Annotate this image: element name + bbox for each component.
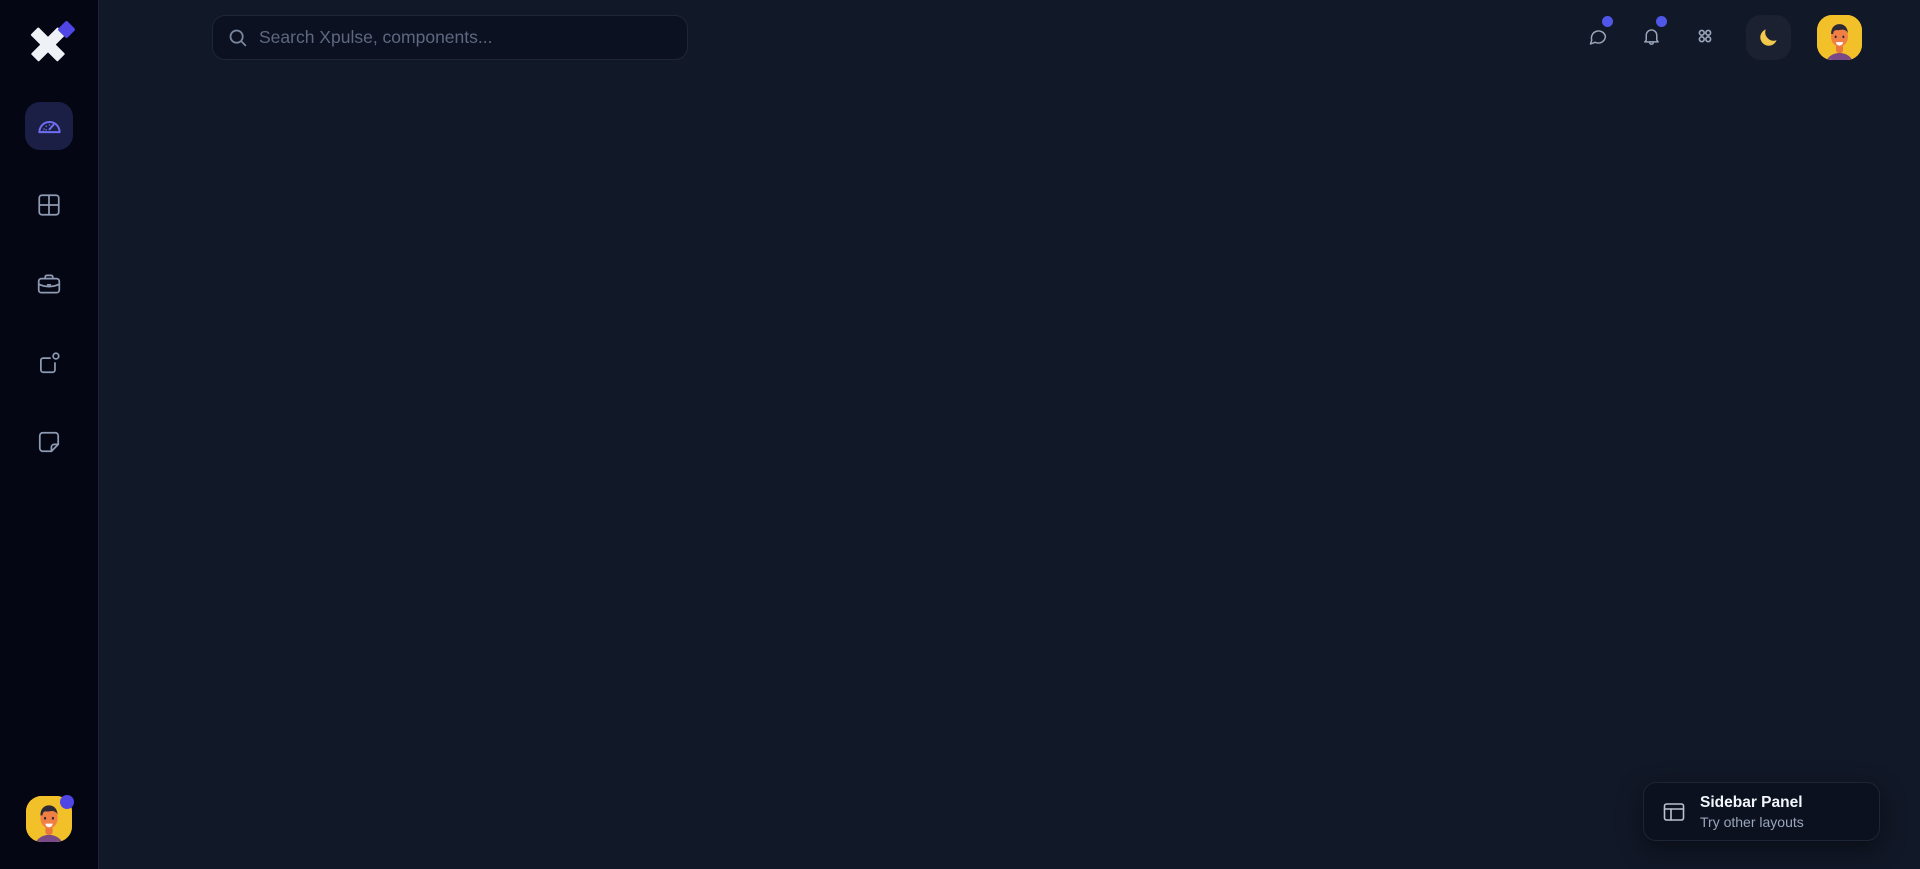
notifications-button[interactable]: [1634, 15, 1668, 55]
bell-icon: [1641, 26, 1662, 50]
sidebar-panel-toast[interactable]: Sidebar Panel Try other layouts: [1643, 782, 1880, 841]
notifications-badge: [1656, 15, 1667, 27]
briefcase-icon: [36, 271, 62, 297]
messages-badge: [1602, 15, 1613, 27]
messages-button[interactable]: [1580, 15, 1614, 55]
search-icon: [227, 27, 248, 48]
sidebar-item-apps[interactable]: [25, 181, 73, 229]
main-content: Sidebar Panel Try other layouts: [99, 75, 1920, 869]
sidebar: [0, 0, 99, 869]
header-actions: [1580, 15, 1862, 60]
search-input[interactable]: [259, 27, 673, 48]
sidebar-item-dashboard[interactable]: [25, 102, 73, 150]
xpulse-logo-icon: [27, 20, 76, 66]
dashboard-gauge-icon: [36, 113, 63, 140]
sidebar-item-tasks[interactable]: [25, 339, 73, 387]
status-dot: [60, 795, 74, 809]
square-dot-icon: [36, 350, 62, 376]
apps-button[interactable]: [1688, 21, 1722, 55]
sidebar-profile-avatar[interactable]: [26, 795, 74, 842]
sticker-note-icon: [36, 429, 62, 455]
sidebar-nav: [0, 102, 98, 466]
sidebar-item-notes[interactable]: [25, 418, 73, 466]
app-logo[interactable]: [17, 12, 81, 76]
account-avatar-button[interactable]: [1817, 15, 1862, 60]
main-area: Sidebar Panel Try other layouts: [99, 0, 1920, 869]
app-root: Sidebar Panel Try other layouts: [0, 0, 1920, 869]
sidebar-panel-layout-icon: [1662, 800, 1686, 824]
search-box[interactable]: [212, 15, 688, 60]
moon-icon: [1757, 26, 1780, 49]
theme-toggle-button[interactable]: [1746, 15, 1791, 60]
user-avatar: [1817, 15, 1862, 60]
sidebar-panel-toast-text: Sidebar Panel Try other layouts: [1700, 793, 1804, 831]
sidebar-panel-toast-title: Sidebar Panel: [1700, 793, 1803, 811]
grid-layout-icon: [36, 192, 62, 218]
chat-bubble-icon: [1587, 26, 1608, 50]
sidebar-item-projects[interactable]: [25, 260, 73, 308]
apps-grid-icon: [1694, 25, 1716, 50]
top-header: [99, 0, 1920, 75]
sidebar-panel-toast-subtitle: Try other layouts: [1700, 813, 1804, 830]
